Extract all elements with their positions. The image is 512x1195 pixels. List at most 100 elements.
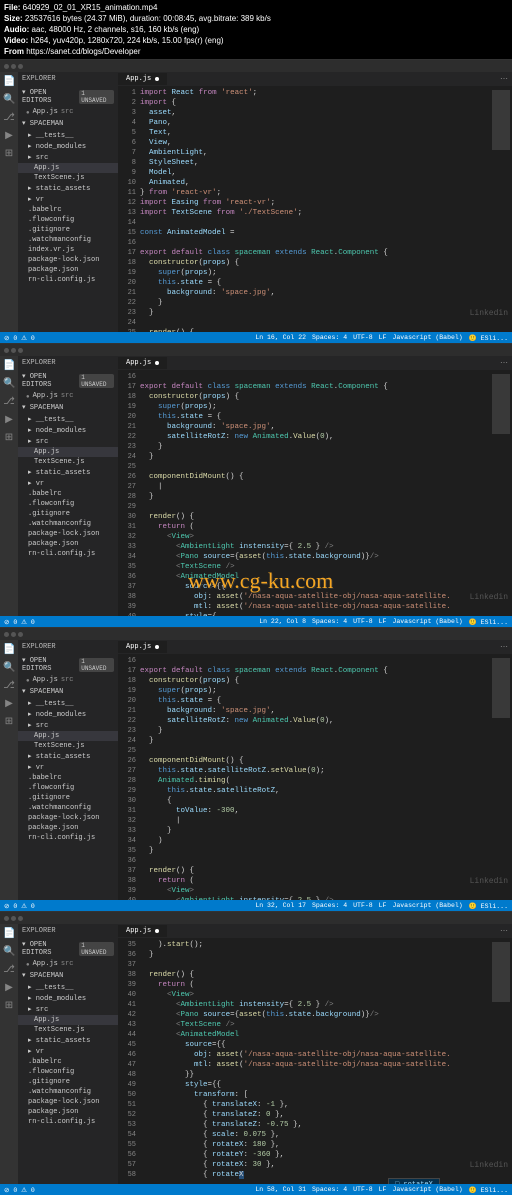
tree-item-rn-cli.config.js[interactable]: rn-cli.config.js — [18, 833, 118, 843]
tree-item-.watchmanconfig[interactable]: .watchmanconfig — [18, 1087, 118, 1097]
tree-item-.flowconfig[interactable]: .flowconfig — [18, 783, 118, 793]
tree-item-node_modules[interactable]: ▸ node_modules — [18, 425, 118, 436]
tree-item-.flowconfig[interactable]: .flowconfig — [18, 1067, 118, 1077]
tree-item-.babelrc[interactable]: .babelrc — [18, 1057, 118, 1067]
tree-item-rn-cli.config.js[interactable]: rn-cli.config.js — [18, 275, 118, 285]
code-content[interactable]: ).start(); } render() { return ( <View> … — [140, 938, 490, 1184]
tree-item-.gitignore[interactable]: .gitignore — [18, 509, 118, 519]
minimap[interactable] — [490, 938, 512, 1184]
status-item[interactable]: Spaces: 4 — [312, 902, 347, 910]
minimap[interactable] — [490, 370, 512, 616]
status-item[interactable]: Javascript (Babel) — [392, 902, 462, 910]
tree-item-.gitignore[interactable]: .gitignore — [18, 793, 118, 803]
status-item[interactable]: UTF-8 — [353, 334, 373, 342]
open-editors-header[interactable]: ▾ OPEN EDITORS 1 UNSAVED — [18, 654, 118, 675]
activity-icon-2[interactable]: ⎇ — [3, 964, 15, 976]
tree-item-src[interactable]: ▸ src — [18, 152, 118, 163]
status-item[interactable]: LF — [379, 334, 387, 342]
tree-item-package-lock.json[interactable]: package-lock.json — [18, 813, 118, 823]
tree-item-vr[interactable]: ▸ vr — [18, 762, 118, 773]
tab-actions[interactable]: ⋯ — [500, 926, 512, 936]
activity-icon-4[interactable]: ⊞ — [3, 432, 15, 444]
open-editors-header[interactable]: ▾ OPEN EDITORS 1 UNSAVED — [18, 86, 118, 107]
tree-item-App.js[interactable]: App.js — [18, 163, 118, 173]
tree-item-package-lock.json[interactable]: package-lock.json — [18, 1097, 118, 1107]
tab-app-js[interactable]: App.js — [118, 357, 168, 369]
tab-actions[interactable]: ⋯ — [500, 358, 512, 368]
status-item[interactable]: UTF-8 — [353, 1186, 373, 1194]
tree-item-static_assets[interactable]: ▸ static_assets — [18, 467, 118, 478]
status-item[interactable]: LF — [379, 1186, 387, 1194]
tab-app-js[interactable]: App.js — [118, 73, 168, 85]
activity-icon-4[interactable]: ⊞ — [3, 148, 15, 160]
tree-item-src[interactable]: ▸ src — [18, 1004, 118, 1015]
status-item[interactable]: Ln 32, Col 17 — [255, 902, 306, 910]
status-item[interactable]: LF — [379, 902, 387, 910]
status-item[interactable]: Spaces: 4 — [312, 334, 347, 342]
status-item[interactable]: LF — [379, 618, 387, 626]
tree-item-rn-cli.config.js[interactable]: rn-cli.config.js — [18, 549, 118, 559]
project-header[interactable]: ▾ SPACEMAN — [18, 117, 118, 130]
open-editor-App.js[interactable]: ● App.js src — [18, 391, 118, 401]
tree-item-App.js[interactable]: App.js — [18, 1015, 118, 1025]
tree-item-rn-cli.config.js[interactable]: rn-cli.config.js — [18, 1117, 118, 1127]
tree-item-.flowconfig[interactable]: .flowconfig — [18, 215, 118, 225]
tree-item-.watchmanconfig[interactable]: .watchmanconfig — [18, 235, 118, 245]
tree-item-TextScene.js[interactable]: TextScene.js — [18, 741, 118, 751]
activity-icon-3[interactable]: ▶ — [3, 130, 15, 142]
activity-icon-1[interactable]: 🔍 — [3, 378, 15, 390]
status-item[interactable]: UTF-8 — [353, 618, 373, 626]
status-item[interactable]: 🙂 ESli... — [469, 1186, 508, 1194]
activity-icon-0[interactable]: 📄 — [3, 360, 15, 372]
activity-icon-2[interactable]: ⎇ — [3, 680, 15, 692]
tree-item-package.json[interactable]: package.json — [18, 1107, 118, 1117]
tree-item-__tests__[interactable]: ▸ __tests__ — [18, 130, 118, 141]
status-item[interactable]: Spaces: 4 — [312, 618, 347, 626]
tree-item-TextScene.js[interactable]: TextScene.js — [18, 173, 118, 183]
tab-actions[interactable]: ⋯ — [500, 642, 512, 652]
tree-item-.babelrc[interactable]: .babelrc — [18, 489, 118, 499]
tree-item-node_modules[interactable]: ▸ node_modules — [18, 141, 118, 152]
tab-actions[interactable]: ⋯ — [500, 74, 512, 84]
activity-icon-3[interactable]: ▶ — [3, 414, 15, 426]
code-content[interactable]: export default class spaceman extends Re… — [140, 654, 490, 900]
status-item[interactable]: Javascript (Babel) — [392, 618, 462, 626]
open-editor-App.js[interactable]: ● App.js src — [18, 959, 118, 969]
tree-item-package.json[interactable]: package.json — [18, 823, 118, 833]
status-item[interactable]: ⊘ 0 ⚠ 0 — [4, 1186, 35, 1194]
code-content[interactable]: import React from 'react';import { asset… — [140, 86, 490, 332]
open-editors-header[interactable]: ▾ OPEN EDITORS 1 UNSAVED — [18, 370, 118, 391]
status-item[interactable]: Spaces: 4 — [312, 1186, 347, 1194]
activity-icon-4[interactable]: ⊞ — [3, 1000, 15, 1012]
tree-item-static_assets[interactable]: ▸ static_assets — [18, 1035, 118, 1046]
tree-item-.gitignore[interactable]: .gitignore — [18, 1077, 118, 1087]
status-item[interactable]: Javascript (Babel) — [392, 334, 462, 342]
status-item[interactable]: Ln 22, Col 8 — [259, 618, 306, 626]
tree-item-static_assets[interactable]: ▸ static_assets — [18, 751, 118, 762]
minimap[interactable] — [490, 86, 512, 332]
open-editor-App.js[interactable]: ● App.js src — [18, 675, 118, 685]
status-item[interactable]: ⊘ 0 ⚠ 0 — [4, 334, 35, 342]
activity-icon-0[interactable]: 📄 — [3, 644, 15, 656]
activity-icon-3[interactable]: ▶ — [3, 698, 15, 710]
activity-icon-2[interactable]: ⎇ — [3, 396, 15, 408]
status-item[interactable]: Javascript (Babel) — [392, 1186, 462, 1194]
tree-item-TextScene.js[interactable]: TextScene.js — [18, 457, 118, 467]
tree-item-package-lock.json[interactable]: package-lock.json — [18, 529, 118, 539]
tree-item-vr[interactable]: ▸ vr — [18, 478, 118, 489]
activity-icon-1[interactable]: 🔍 — [3, 94, 15, 106]
tree-item-.watchmanconfig[interactable]: .watchmanconfig — [18, 803, 118, 813]
tree-item-.babelrc[interactable]: .babelrc — [18, 773, 118, 783]
tree-item-node_modules[interactable]: ▸ node_modules — [18, 709, 118, 720]
project-header[interactable]: ▾ SPACEMAN — [18, 685, 118, 698]
tree-item-package.json[interactable]: package.json — [18, 265, 118, 275]
tree-item-src[interactable]: ▸ src — [18, 720, 118, 731]
tab-app-js[interactable]: App.js — [118, 641, 168, 653]
open-editor-App.js[interactable]: ● App.js src — [18, 107, 118, 117]
project-header[interactable]: ▾ SPACEMAN — [18, 969, 118, 982]
activity-icon-1[interactable]: 🔍 — [3, 662, 15, 674]
status-item[interactable]: 🙂 ESli... — [469, 902, 508, 910]
tree-item-vr[interactable]: ▸ vr — [18, 1046, 118, 1057]
activity-icon-1[interactable]: 🔍 — [3, 946, 15, 958]
activity-icon-4[interactable]: ⊞ — [3, 716, 15, 728]
